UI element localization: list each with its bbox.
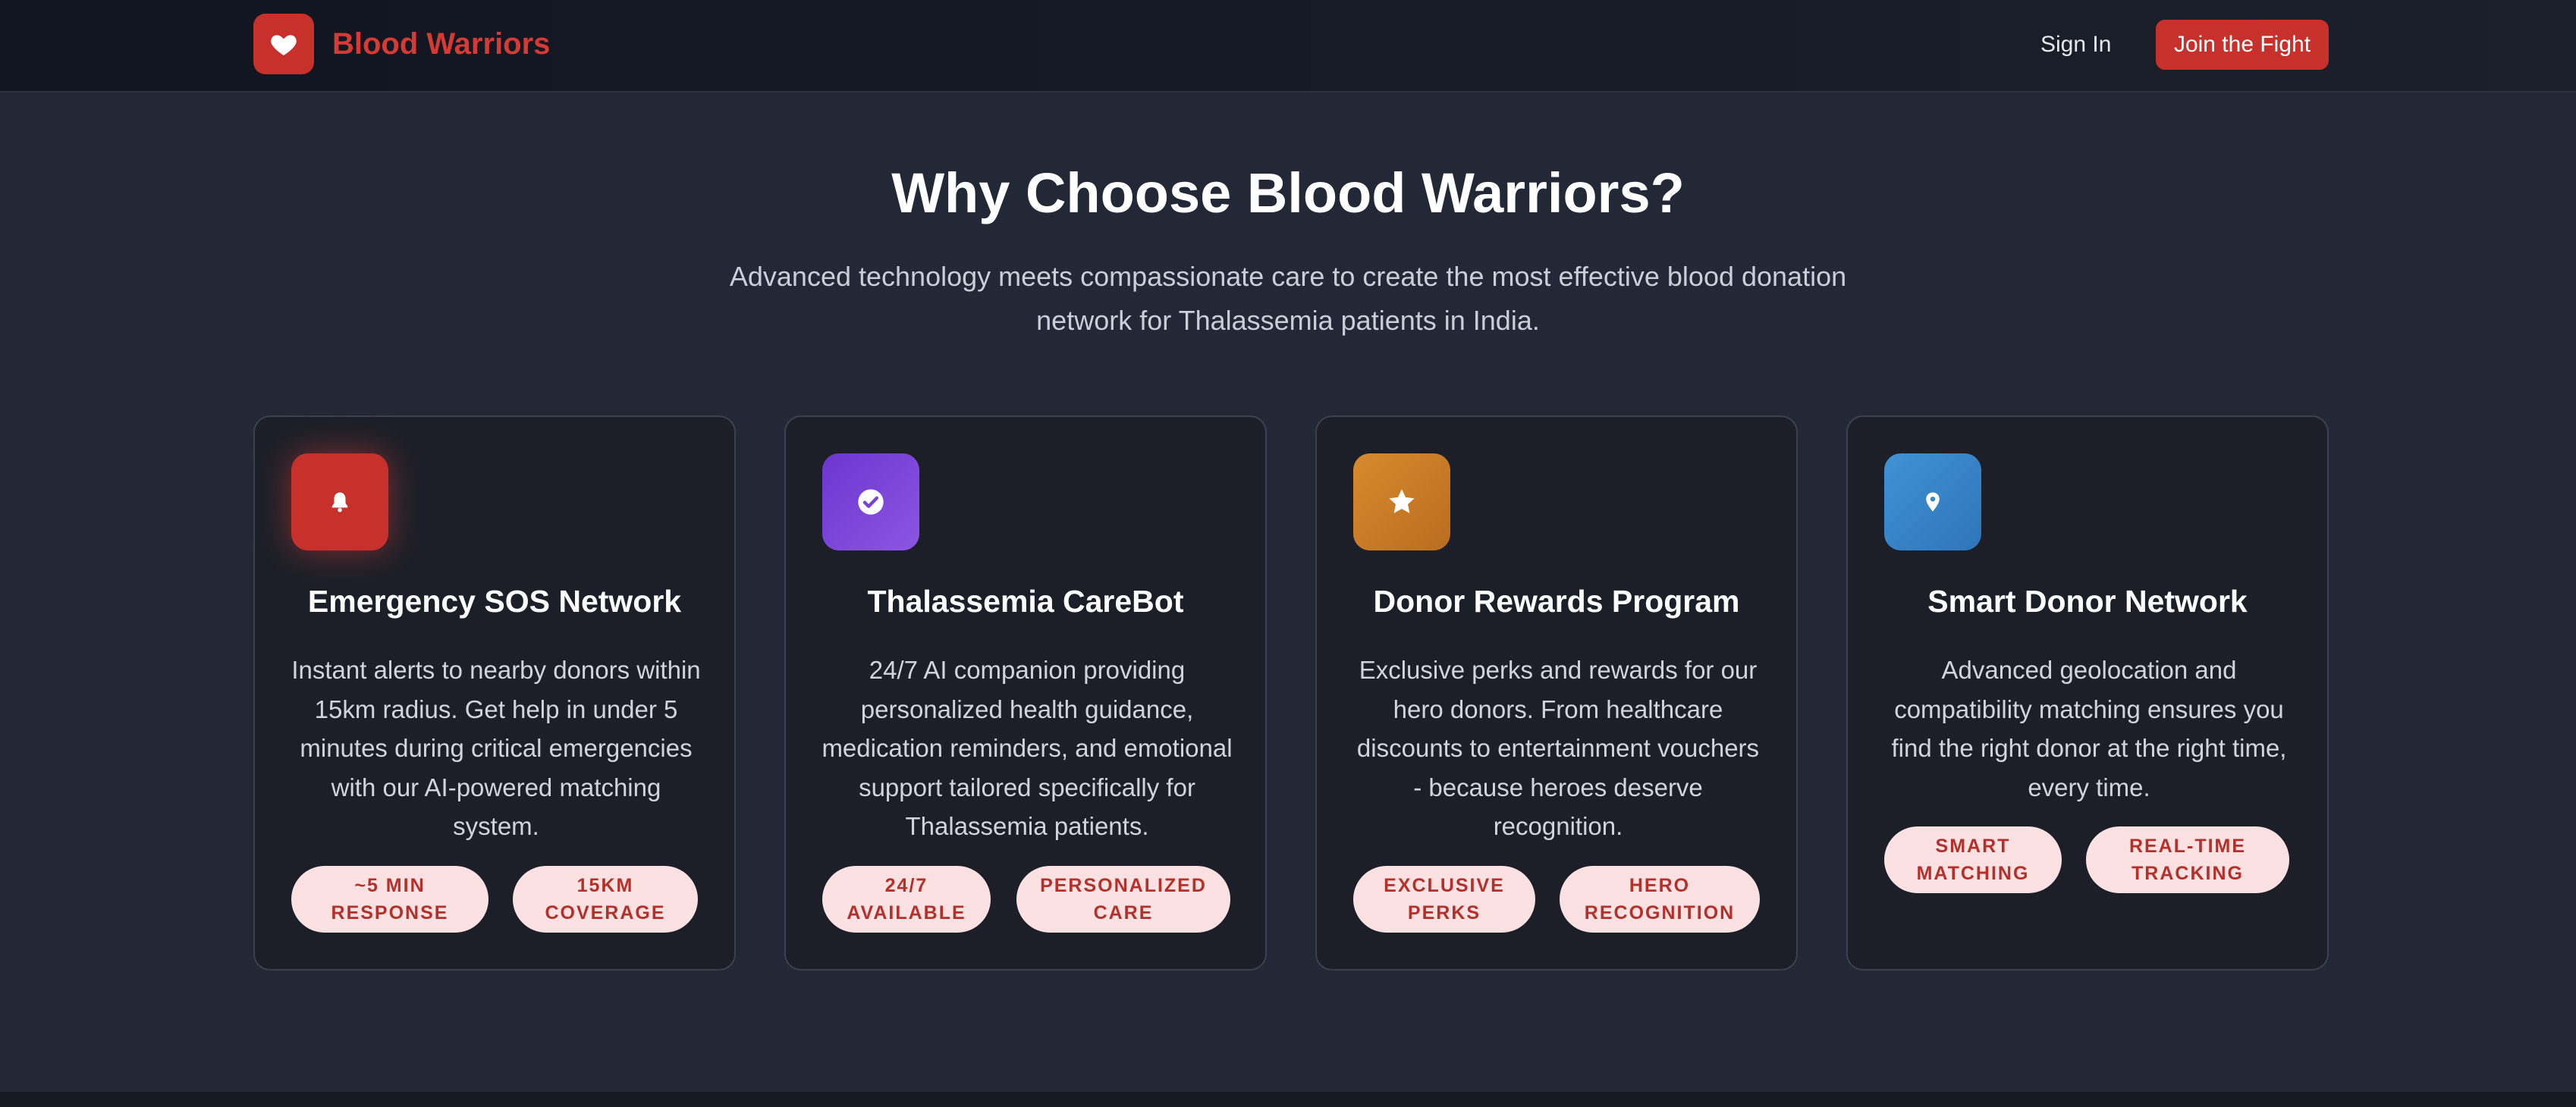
top-navbar: Blood Warriors Sign In Join the Fight <box>0 0 2576 93</box>
brand-logo-link[interactable]: Blood Warriors <box>253 14 550 74</box>
feature-tag: EXCLUSIVE PERKS <box>1353 866 1535 933</box>
feature-card-donor-rewards: Donor Rewards Program Exclusive perks an… <box>1315 416 1798 971</box>
subtitle-line-1: Advanced technology meets compassionate … <box>729 261 1847 292</box>
star-icon <box>1353 453 1450 550</box>
feature-tag: 15KM COVERAGE <box>513 866 698 933</box>
section-title: Why Choose Blood Warriors? <box>891 162 1685 224</box>
card-description: Advanced geolocation and compatibility m… <box>1891 656 2287 801</box>
card-description: Instant alerts to nearby donors within 1… <box>291 656 701 840</box>
footer-edge <box>0 1092 2576 1107</box>
card-description: 24/7 AI companion providing personalized… <box>821 656 1233 840</box>
map-pin-icon <box>1884 453 1981 550</box>
card-title: Emergency SOS Network <box>307 584 682 619</box>
brand-name: Blood Warriors <box>332 27 551 61</box>
card-description: Exclusive perks and rewards for our hero… <box>1356 656 1760 840</box>
feature-tag: PERSONALIZED CARE <box>1016 866 1230 933</box>
sign-in-link[interactable]: Sign In <box>2040 20 2111 70</box>
card-title: Smart Donor Network <box>1927 584 2248 619</box>
feature-tag: REAL-TIME TRACKING <box>2086 826 2289 893</box>
feature-card-emergency-sos: Emergency SOS Network Instant alerts to … <box>253 416 736 971</box>
feature-tag: HERO RECOGNITION <box>1560 866 1760 933</box>
card-title: Donor Rewards Program <box>1373 584 1740 619</box>
heart-icon <box>253 14 314 74</box>
bell-icon <box>291 453 388 550</box>
card-title: Thalassemia CareBot <box>867 584 1184 619</box>
feature-tag: 24/7 AVAILABLE <box>822 866 991 933</box>
section-subtitle: Advanced technology meets compassionate … <box>713 255 1863 343</box>
feature-card-carebot: Thalassemia CareBot 24/7 AI companion pr… <box>784 416 1267 971</box>
check-circle-icon <box>822 453 919 550</box>
subtitle-line-2: network for Thalassemia patients in Indi… <box>1036 305 1540 336</box>
join-the-fight-button[interactable]: Join the Fight <box>2156 20 2329 70</box>
feature-tag: ~5 MIN RESPONSE <box>291 866 488 933</box>
feature-tag: SMART MATCHING <box>1884 826 2062 893</box>
feature-card-smart-donor-network: Smart Donor Network Advanced geolocation… <box>1846 416 2329 971</box>
